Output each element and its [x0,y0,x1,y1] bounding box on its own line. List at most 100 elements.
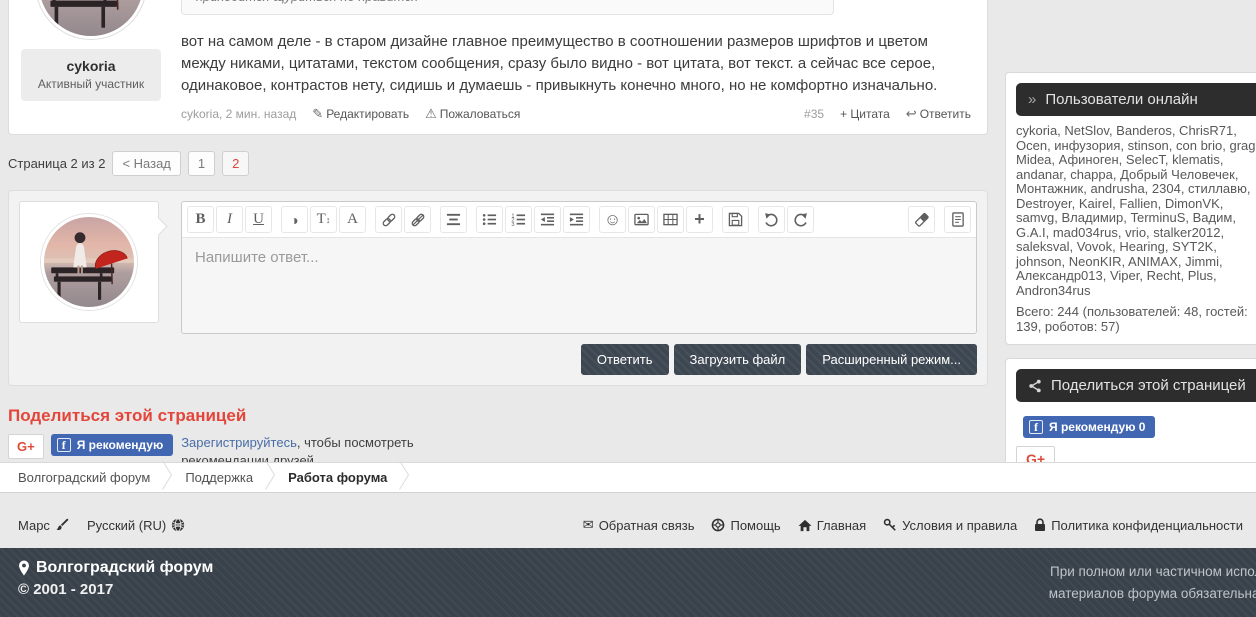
pagination: Страница 2 из 2 < Назад 1 2 [8,151,988,176]
author-name[interactable]: cykoria [25,58,157,74]
breadcrumb-support[interactable]: Поддержка [185,470,253,485]
quote-text: приходится щуриться не нравится [196,0,418,4]
insert-link-icon[interactable] [375,206,402,233]
undo-icon[interactable] [758,206,785,233]
svg-text:3: 3 [511,222,514,227]
submit-reply-button[interactable]: Ответить [581,344,669,375]
online-users-header: » Пользователи онлайн [1016,83,1256,116]
more-options-icon[interactable]: + [686,206,713,233]
pencil-icon: ✎ [312,106,323,121]
privacy-policy-link[interactable]: Политика конфиденциальности [1034,518,1243,533]
share-panel-header: Поделиться этой страницей [1016,369,1256,402]
facebook-recommend-button[interactable]: f Я рекомендую [51,434,173,456]
advanced-mode-button[interactable]: Расширенный режим... [806,344,977,375]
sidebar: » Пользователи онлайн cykoria, NetSlov, … [1005,72,1256,480]
remove-formatting-icon[interactable] [908,206,935,233]
reply-editor-column: B I U ◑ T↕ A [181,201,977,375]
indent-icon[interactable] [563,206,590,233]
post-number[interactable]: #35 [804,107,824,121]
google-plus-button[interactable]: G+ [8,434,44,459]
italic-icon[interactable]: I [216,206,243,233]
forum-page: cykoria Активный участник приходится щур… [0,0,1256,617]
post-meta-row: cykoria, 2 мин. назад ✎Редактировать ⚠По… [181,106,971,122]
share-icon [1028,379,1042,393]
post-author-column: cykoria Активный участник [21,0,161,122]
quote-block: приходится щуриться не нравится [181,0,834,15]
facebook-icon: f [1029,420,1043,434]
forum-post: cykoria Активный участник приходится щур… [8,0,988,135]
terms-link[interactable]: Условия и правила [883,518,1017,533]
reply-link[interactable]: ↩Ответить [906,106,971,122]
post-body-text: вот на самом деле - в старом дизайне гла… [181,31,971,97]
contact-link[interactable]: ✉ Обратная связь [583,517,695,533]
unordered-list-icon[interactable] [476,206,503,233]
insert-media-icon[interactable] [657,206,684,233]
breadcrumb-current-forum[interactable]: Работа форума [288,470,387,485]
lifebuoy-icon [711,518,725,532]
author-title: Активный участник [25,77,157,91]
reply-input[interactable]: Напишите ответ... [182,238,976,333]
reply-buttons-row: Ответить Загрузить файл Расширенный режи… [181,344,977,375]
bbcode-editor-icon[interactable] [944,206,971,233]
insert-image-icon[interactable] [628,206,655,233]
report-button[interactable]: ⚠Пожаловаться [425,106,520,122]
unlink-icon[interactable] [404,206,431,233]
help-link[interactable]: Помощь [711,518,780,533]
online-users-total: Всего: 244 (пользователей: 48, гостей: 1… [1016,304,1256,334]
alignment-icon[interactable] [440,206,467,233]
underline-icon[interactable]: U [245,206,272,233]
page-indicator: Страница 2 из 2 [8,156,105,171]
breadcrumb-forum-home[interactable]: Волгоградский форум [18,470,150,485]
text-color-icon[interactable]: ◑ [281,206,308,233]
footer-notice-line1: При полном или частичном использовании [948,561,1256,583]
warning-icon: ⚠ [425,106,437,121]
quote-button[interactable]: + Цитата [840,107,890,121]
language-chooser[interactable]: Русский (RU) [87,518,185,533]
bold-icon[interactable]: B [187,206,214,233]
rich-text-editor: B I U ◑ T↕ A [181,201,977,334]
avatar-image-bench-umbrella [39,0,143,36]
post-byline: cykoria, 2 мин. назад [181,107,296,121]
reply-avatar-box [19,201,159,323]
author-info-box: cykoria Активный участник [21,49,161,101]
redo-icon[interactable] [787,206,814,233]
post-message-column: приходится щуриться не нравится вот на с… [181,0,971,122]
globe-icon [171,518,185,532]
author-avatar[interactable] [36,0,146,39]
crumb-arrow-icon [399,460,410,495]
facebook-recommend-button-sidebar[interactable]: f Я рекомендую 0 [1023,416,1155,438]
register-link[interactable]: Зарегистрируйтесь [181,435,297,450]
footer-notice: При полном или частичном использовании м… [948,561,1256,605]
footer-notice-line2: материалов форума обязательна активная [948,583,1256,605]
envelope-icon: ✉ [583,517,594,533]
online-users-list[interactable]: cykoria, NetSlov, Banderos, ChrisR71, Oc… [1016,124,1256,298]
font-family-icon[interactable]: A [339,206,366,233]
upload-file-button[interactable]: Загрузить файл [674,344,802,375]
font-size-icon[interactable]: T↕ [310,206,337,233]
site-footer: Волгоградский форум © 2001 - 2017 При по… [0,548,1256,617]
paintbrush-icon [55,518,69,532]
editor-toolbar: B I U ◑ T↕ A [182,202,976,238]
style-chooser[interactable]: Марс [18,518,69,533]
pagination-page-1[interactable]: 1 [188,151,215,176]
share-page-heading: Поделиться этой страницей [8,406,988,426]
outdent-icon[interactable] [534,206,561,233]
footer-site-title: Волгоградский форум [18,559,213,577]
current-user-avatar[interactable] [41,214,137,310]
edit-button[interactable]: ✎Редактировать [312,106,409,122]
drafts-icon[interactable] [722,206,749,233]
pagination-back-button[interactable]: < Назад [112,151,180,176]
ordered-list-icon[interactable]: 123 [505,206,532,233]
home-link[interactable]: Главная [798,518,866,533]
lock-icon [1034,518,1046,532]
map-pin-icon [18,560,30,576]
crumb-arrow-icon [162,460,173,495]
key-icon [883,518,897,532]
online-users-panel: » Пользователи онлайн cykoria, NetSlov, … [1005,72,1256,345]
main-column: cykoria Активный участник приходится щур… [8,0,988,470]
double-chevron-icon: » [1028,91,1036,108]
facebook-icon: f [57,438,71,452]
pagination-page-2-current[interactable]: 2 [222,151,249,176]
avatar-image-bench-umbrella [44,217,134,307]
smilies-icon[interactable]: ☺ [599,206,626,233]
